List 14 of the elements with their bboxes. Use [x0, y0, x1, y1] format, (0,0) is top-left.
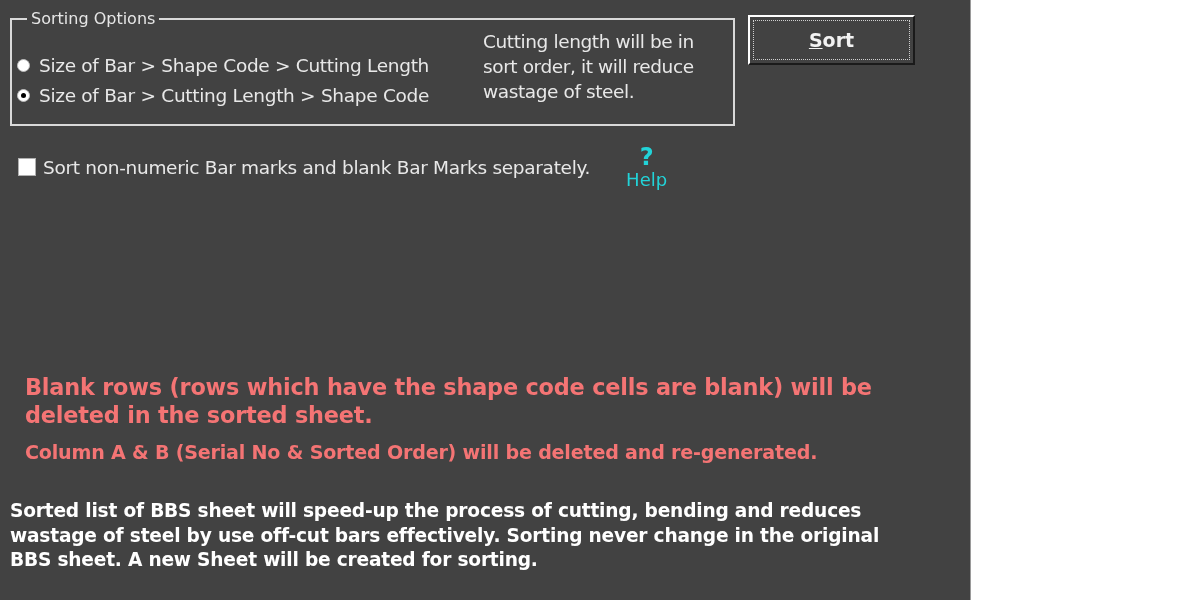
- radio-label[interactable]: Size of Bar > Cutting Length > Shape Code: [39, 84, 430, 106]
- checkbox[interactable]: [18, 158, 36, 176]
- radio-button[interactable]: [17, 58, 30, 72]
- help-link[interactable]: ? Help: [626, 144, 668, 190]
- radio-label[interactable]: Size of Bar > Shape Code > Cutting Length: [39, 54, 430, 76]
- radio-button[interactable]: [17, 88, 30, 102]
- warning-text: Blank rows (rows which have the shape code cells are blank) will be deleted in the sorted sheet.: [25, 373, 873, 429]
- warning-text: Column A & B (Serial No & Sorted Order) will be deleted and re-generated.: [25, 441, 819, 465]
- sort-button[interactable]: Sort: [748, 15, 915, 65]
- description-text: Cutting length will be in sort order, it will reduce wastage of steel.: [483, 30, 695, 104]
- help-symbol: ?: [639, 144, 654, 170]
- checkbox-label[interactable]: Sort non-numeric Bar marks and blank Bar Marks separately.: [43, 156, 591, 178]
- info-paragraph: Sorted list of BBS sheet will speed-up the process of cutting, bending and reduces wastage of steel by use off-cut bars effectively. Sorting never change in the original BBS sheet. A new Sheet will be created for sorting.: [10, 499, 881, 572]
- group-title: Sorting Options: [30, 9, 157, 28]
